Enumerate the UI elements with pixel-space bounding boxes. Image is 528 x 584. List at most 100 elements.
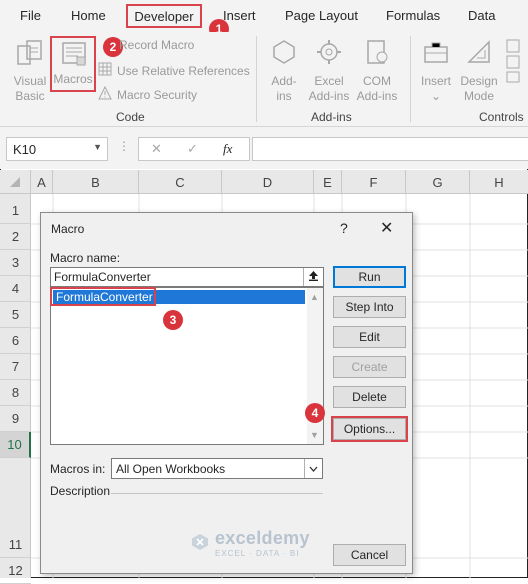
- design-mode-icon: [465, 38, 493, 69]
- row-header-selected[interactable]: 10: [0, 432, 31, 458]
- add-ins-label-2: ins: [276, 89, 292, 103]
- tab-file[interactable]: File: [20, 8, 41, 23]
- close-button[interactable]: ✕: [380, 218, 393, 238]
- column-header[interactable]: E: [314, 170, 342, 194]
- tab-data[interactable]: Data: [468, 8, 495, 23]
- formula-bar: K10 ▼ ⋮ ✕ ✓ fx: [0, 127, 528, 169]
- highlight-box: [331, 416, 408, 442]
- row-header[interactable]: 7: [0, 354, 31, 380]
- insert-control-label: Insert: [420, 74, 451, 88]
- delete-button[interactable]: Delete: [333, 386, 406, 408]
- chevron-down-icon[interactable]: ▼: [93, 142, 102, 152]
- dialog-title: Macro: [51, 222, 85, 236]
- watermark-tagline: EXCEL · DATA · BI: [215, 549, 300, 558]
- use-relative-label: Use Relative References: [117, 63, 250, 78]
- column-header[interactable]: C: [139, 170, 222, 194]
- upload-arrow-icon: [308, 270, 319, 284]
- row-header[interactable]: 1: [0, 198, 31, 224]
- check-icon[interactable]: ✓: [187, 141, 198, 157]
- design-mode-button[interactable]: Design Mode: [458, 36, 500, 104]
- macros-in-value: All Open Workbooks: [116, 462, 226, 476]
- more-icon: ⋮: [118, 139, 130, 153]
- tab-home[interactable]: Home: [71, 8, 106, 23]
- scroll-up-icon[interactable]: ▲: [310, 292, 319, 302]
- row-header[interactable]: 9: [0, 406, 31, 432]
- formula-buttons: ✕ ✓ fx: [138, 137, 250, 161]
- row-header[interactable]: 2: [0, 224, 31, 250]
- highlight-box: [50, 287, 156, 306]
- ribbon: Visual Basic Macros 2 Record Macro Use R…: [0, 32, 528, 127]
- com-add-ins-label-1: COM: [363, 74, 391, 88]
- ribbon-separator: [410, 36, 411, 122]
- column-header[interactable]: F: [342, 170, 406, 194]
- name-box-value: K10: [13, 142, 37, 157]
- macros-icon: [60, 40, 88, 71]
- grid-icon: [98, 62, 112, 79]
- macros-in-label: Macros in:: [50, 462, 106, 476]
- toolbox-icon: [422, 38, 450, 69]
- chevron-down-icon: ⌄: [430, 89, 442, 103]
- watermark: exceldemy EXCEL · DATA · BI: [191, 528, 310, 558]
- description-label: Description: [50, 484, 111, 498]
- excel-add-ins-label-1: Excel: [314, 74, 344, 88]
- tab-developer[interactable]: Developer: [126, 4, 202, 28]
- row-header[interactable]: 3: [0, 250, 31, 276]
- create-button[interactable]: Create: [333, 356, 406, 378]
- watermark-name: exceldemy: [215, 528, 310, 548]
- column-header[interactable]: A: [31, 170, 53, 194]
- properties-icon[interactable]: [506, 38, 520, 87]
- macro-dialog: Macro ? ✕ Macro name: FormulaConverter F…: [40, 212, 413, 574]
- excel-add-ins-button[interactable]: Excel Add-ins: [306, 36, 352, 104]
- group-title-code: Code: [116, 110, 145, 124]
- description-divider: [111, 493, 323, 494]
- step-into-button[interactable]: Step Into: [333, 296, 406, 318]
- macros-button[interactable]: Macros: [50, 36, 96, 92]
- edit-button[interactable]: Edit: [333, 326, 406, 348]
- row-header[interactable]: 4: [0, 276, 31, 302]
- formula-input[interactable]: [252, 137, 528, 161]
- macros-label: Macros: [53, 72, 93, 86]
- macro-security-label: Macro Security: [117, 87, 198, 102]
- collapse-dialog-button[interactable]: [303, 268, 323, 286]
- visual-basic-label-1: Visual: [13, 74, 47, 88]
- row-header[interactable]: 5: [0, 302, 31, 328]
- macro-security-button[interactable]: Macro Security: [98, 85, 198, 103]
- com-add-ins-button[interactable]: COM Add-ins: [354, 36, 400, 104]
- visual-basic-icon: [15, 38, 45, 71]
- row-header[interactable]: 12: [0, 558, 31, 584]
- column-headers: A B C D E F G H: [0, 170, 528, 194]
- add-ins-icon: [270, 38, 298, 69]
- column-header[interactable]: B: [53, 170, 139, 194]
- row-header[interactable]: 11: [0, 532, 31, 558]
- record-macro-button[interactable]: Record Macro: [100, 38, 194, 52]
- add-ins-button[interactable]: Add- ins: [266, 36, 302, 104]
- insert-control-button[interactable]: Insert ⌄: [418, 36, 454, 104]
- visual-basic-label-2: Basic: [15, 89, 45, 103]
- cancel-icon[interactable]: ✕: [151, 141, 162, 157]
- name-box[interactable]: K10 ▼: [6, 137, 108, 161]
- scroll-down-icon[interactable]: ▼: [310, 430, 319, 440]
- row-headers: 1 2 3 4 5 6 7 8 9 10 11 12: [0, 194, 31, 584]
- macros-in-select[interactable]: All Open Workbooks: [111, 458, 323, 479]
- column-header[interactable]: G: [406, 170, 470, 194]
- tab-formulas[interactable]: Formulas: [386, 8, 440, 23]
- chevron-down-icon[interactable]: [304, 459, 322, 478]
- help-button[interactable]: ?: [340, 220, 348, 236]
- add-ins-label-1: Add-: [271, 74, 297, 88]
- run-button[interactable]: Run: [333, 266, 406, 288]
- tab-page-layout[interactable]: Page Layout: [285, 8, 358, 23]
- ribbon-tabs: File Home Developer Insert Page Layout F…: [0, 0, 528, 39]
- select-all-corner[interactable]: [0, 170, 31, 194]
- cancel-button[interactable]: Cancel: [333, 544, 406, 566]
- tab-insert[interactable]: Insert: [223, 8, 256, 23]
- column-header[interactable]: H: [470, 170, 528, 194]
- visual-basic-button[interactable]: Visual Basic: [10, 36, 50, 104]
- row-header[interactable]: 8: [0, 380, 31, 406]
- macro-name-input[interactable]: FormulaConverter: [50, 267, 324, 287]
- exceldemy-logo-icon: [191, 533, 209, 554]
- column-header[interactable]: D: [222, 170, 314, 194]
- use-relative-references-button[interactable]: Use Relative References: [98, 62, 250, 79]
- macro-list[interactable]: FormulaConverter ▲ ▼: [50, 287, 324, 445]
- insert-function-icon[interactable]: fx: [223, 141, 232, 157]
- row-header[interactable]: 6: [0, 328, 31, 354]
